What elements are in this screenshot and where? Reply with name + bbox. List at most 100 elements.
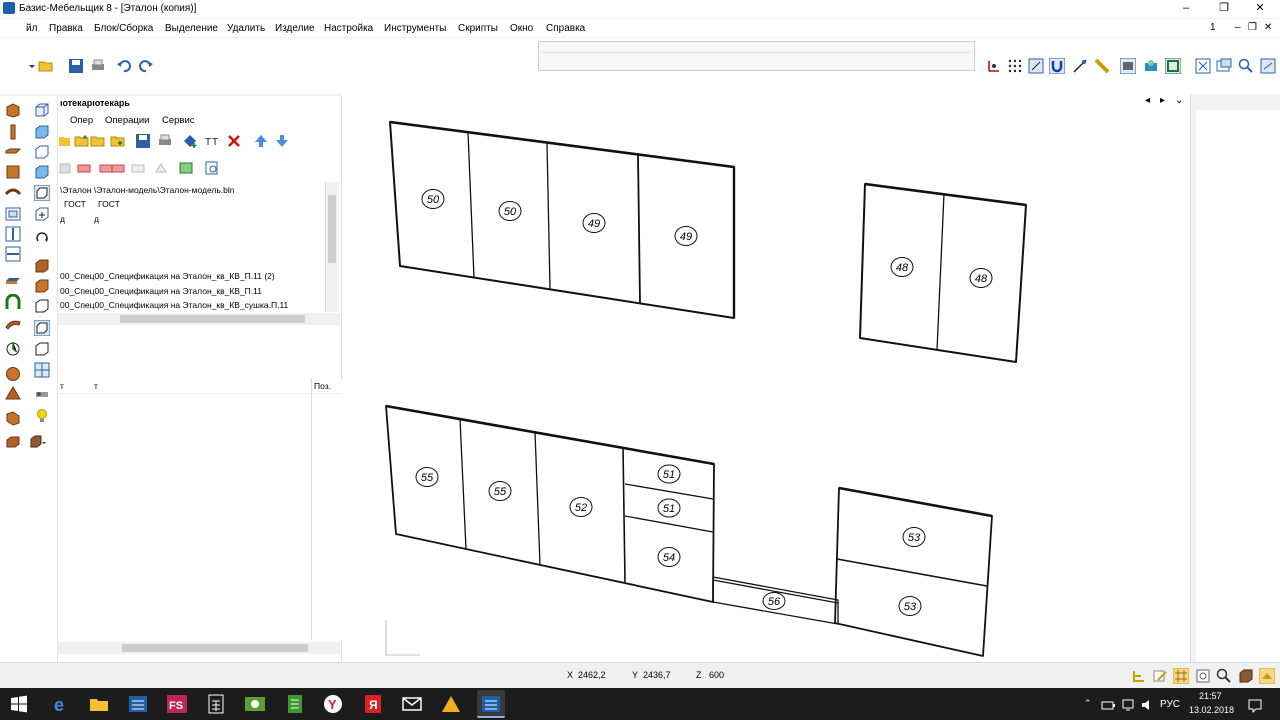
menu-delete[interactable]: Удалить	[227, 23, 265, 34]
close-button[interactable]: ✕	[1250, 1, 1270, 16]
file-explorer-icon[interactable]	[88, 693, 110, 715]
menu-help[interactable]: Справка	[546, 23, 585, 34]
sphere-icon[interactable]	[5, 366, 21, 382]
mdi-maximize-button[interactable]: ❐	[1248, 22, 1257, 33]
upper-left-cabinet[interactable]	[389, 120, 736, 319]
menu-tools[interactable]: Инструменты	[384, 23, 446, 34]
edit-status-icon[interactable]	[1152, 668, 1168, 684]
disabled-tool-2-icon[interactable]	[130, 160, 146, 176]
menu-block[interactable]: Блок/Сборка	[94, 23, 153, 34]
frame-tool-icon[interactable]	[5, 206, 21, 222]
menu-scripts[interactable]: Скрипты	[458, 23, 498, 34]
folder-icon[interactable]	[90, 133, 106, 149]
grid-icon[interactable]	[1007, 58, 1023, 74]
car-tool-3-icon[interactable]	[110, 160, 126, 176]
panel-menu-service[interactable]: Сервис	[162, 115, 195, 126]
hole-tool-icon[interactable]	[5, 340, 21, 356]
menu-window[interactable]: Окно	[510, 23, 533, 34]
box-tool-icon[interactable]	[34, 102, 50, 118]
render-icon[interactable]	[1259, 668, 1275, 684]
outline-box-icon[interactable]	[34, 298, 50, 314]
axis-snap-icon[interactable]	[986, 58, 1002, 74]
print-icon[interactable]	[90, 58, 106, 74]
file-item-1[interactable]: 00_Спец00_Спецификация на Эталон_кв_КВ_П…	[60, 271, 275, 281]
view-settings-icon[interactable]	[1260, 58, 1276, 74]
light-bulb-icon[interactable]	[34, 408, 50, 424]
panel-3d-icon[interactable]	[5, 410, 21, 426]
hardware-icon[interactable]	[34, 386, 50, 402]
preview-icon[interactable]	[204, 160, 220, 176]
select-frame-icon[interactable]	[1165, 58, 1181, 74]
scroll-right-icon[interactable]: ▸	[1160, 95, 1165, 106]
warning-app-icon[interactable]	[440, 693, 462, 715]
zoom-window-icon[interactable]	[1216, 58, 1232, 74]
back-panel-icon[interactable]	[5, 164, 21, 180]
panel-tool-icon[interactable]	[5, 102, 21, 118]
stack-icon[interactable]	[5, 434, 21, 450]
rotate-view-icon[interactable]	[1143, 58, 1159, 74]
move-tool-icon[interactable]	[34, 206, 50, 222]
yandex-icon[interactable]: Я	[362, 693, 384, 715]
menu-selection[interactable]: Выделение	[165, 23, 218, 34]
undo-icon[interactable]	[116, 58, 132, 74]
profile-tool-icon[interactable]	[5, 316, 21, 332]
minimize-button[interactable]: –	[1176, 1, 1196, 16]
new-folder-icon[interactable]	[58, 133, 74, 149]
chevron-down-icon[interactable]: ⌄	[1175, 95, 1183, 106]
shelf-tool-icon[interactable]	[5, 272, 21, 288]
add-folder-icon[interactable]	[74, 133, 90, 149]
tree-view-icon[interactable]	[1131, 668, 1147, 684]
view-3d-icon[interactable]	[1120, 58, 1136, 74]
cube-solid-icon[interactable]	[34, 164, 50, 180]
selected-box-icon[interactable]	[34, 320, 50, 336]
scroll-left-icon[interactable]: ◂	[1145, 95, 1150, 106]
bazis-app-1-icon[interactable]	[127, 693, 149, 715]
delete-icon[interactable]	[226, 133, 242, 149]
bazis-active-icon[interactable]	[477, 690, 505, 718]
zoom-icon[interactable]	[1238, 58, 1254, 74]
cube-blue-icon[interactable]	[34, 124, 50, 140]
mdi-number[interactable]: 1	[1210, 22, 1216, 33]
file-item-2[interactable]: 00_Спец00_Спецификация на Эталон_кв_КВ_П…	[60, 286, 262, 296]
menu-edit[interactable]: Правка	[49, 23, 83, 34]
tray-date[interactable]: 13.02.2018	[1189, 705, 1234, 715]
menu-product[interactable]: Изделие	[275, 23, 315, 34]
upper-right-cabinet[interactable]	[859, 182, 1027, 363]
curved-panel-icon[interactable]	[5, 184, 21, 200]
notification-icon[interactable]	[1247, 697, 1263, 713]
mail-icon[interactable]	[401, 693, 423, 715]
open-folder-icon[interactable]	[38, 58, 54, 74]
panel-menu-oper[interactable]: Опер	[70, 115, 93, 126]
cube-outline-icon[interactable]	[34, 144, 50, 160]
redo-icon[interactable]	[138, 58, 154, 74]
edge-browser-icon[interactable]: e	[50, 693, 72, 715]
pyramid-icon[interactable]	[5, 386, 21, 402]
dimension-icon[interactable]	[1195, 668, 1211, 684]
material-icon[interactable]	[1238, 668, 1254, 684]
move-up-icon[interactable]	[253, 133, 269, 149]
maximize-button[interactable]: ❐	[1214, 1, 1234, 16]
rename-icon[interactable]: TT	[204, 133, 220, 149]
wire-box-icon[interactable]	[34, 341, 50, 357]
group-dropdown-icon[interactable]	[30, 434, 46, 450]
fs-app-icon[interactable]: FS	[166, 693, 188, 715]
mdi-minimize-button[interactable]: –	[1235, 22, 1241, 33]
folder-plus-icon[interactable]	[110, 133, 126, 149]
magnet-icon[interactable]	[1049, 58, 1065, 74]
horizontal-panel-icon[interactable]	[5, 144, 21, 160]
tray-volume-icon[interactable]	[1140, 697, 1156, 713]
tray-chevron-icon[interactable]: ⌃	[1084, 698, 1092, 709]
zoom-extents-icon[interactable]	[1195, 58, 1211, 74]
panel-save-icon[interactable]	[135, 133, 151, 149]
disabled-tool-1-icon[interactable]	[58, 160, 74, 176]
menu-settings[interactable]: Настройка	[324, 23, 373, 34]
vertical-panel-icon[interactable]	[5, 124, 21, 140]
horizontal-divider-icon[interactable]	[5, 246, 21, 262]
calculator-icon[interactable]	[205, 693, 227, 715]
tray-battery-icon[interactable]	[1100, 697, 1116, 713]
rotate-tool-icon[interactable]	[34, 231, 50, 247]
brown-cube-icon[interactable]	[34, 258, 50, 274]
import-icon[interactable]	[178, 160, 194, 176]
mdi-close-button[interactable]: ✕	[1264, 22, 1272, 33]
brown-box-icon[interactable]	[34, 278, 50, 294]
